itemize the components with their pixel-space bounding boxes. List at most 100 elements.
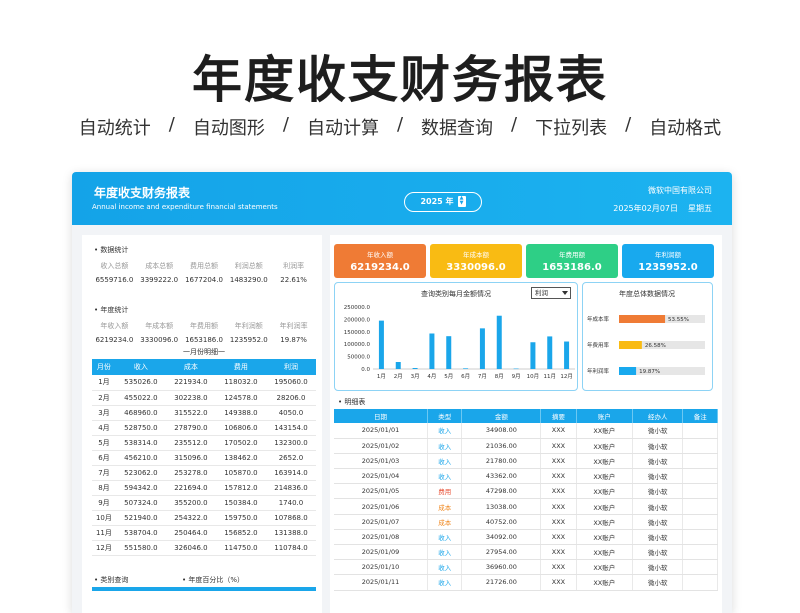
- table-row: 2025/01/02 收入 21036.00 XXX XX账户 微小软: [334, 438, 718, 454]
- monthly-cell: 10月: [92, 510, 116, 526]
- monthly-cell: 2652.0: [265, 450, 316, 466]
- feature-item: 自动计算: [306, 118, 379, 139]
- table-row: 12月 551580.0 326046.0 114750.0 110784.0: [92, 540, 316, 556]
- monthly-cell: 315522.0: [165, 405, 216, 421]
- detail-cell: 成本: [427, 498, 463, 515]
- weekday-text: 星期五: [688, 204, 712, 213]
- x-tick-label: 12月: [560, 373, 573, 380]
- monthly-cell: 138462.0: [215, 450, 266, 466]
- detail-cell: XX账户: [576, 529, 634, 546]
- monthly-cell: 278790.0: [165, 420, 216, 436]
- detail-cell: [682, 423, 718, 439]
- left-panel: 数据统计 收入总额 成本总额 费用总额 利润总额 利润率 6559716.0 339922…: [82, 235, 322, 613]
- stat-cell: 成本总额: [145, 262, 174, 270]
- detail-cell: XX账户: [576, 544, 634, 561]
- detail-table: 日期 类型 金额 摘要 账户 经办人 备注 2025/01/01 收入 34908.00 XXX X…: [334, 409, 718, 591]
- kpi-label: 年利润额: [655, 251, 681, 259]
- year-value: 2025 年: [420, 197, 454, 206]
- detail-cell: 36960.00: [461, 559, 542, 576]
- year-stats-title: 年度统计: [94, 305, 128, 315]
- monthly-cell: 315096.0: [165, 450, 216, 466]
- monthly-cell: 131388.0: [265, 525, 316, 541]
- monthly-cell: 456210.0: [115, 450, 166, 466]
- year-spinner-icon[interactable]: ▲ ▼: [457, 196, 466, 207]
- monthly-chart-box: 查询类别每月金额情况 利润 0.0 50000.0 100000.0 150000.0…: [334, 282, 578, 391]
- data-stats-title: 数据统计: [94, 245, 128, 255]
- monthly-cell: 326046.0: [165, 540, 216, 556]
- feature-item: 下拉列表: [535, 118, 608, 139]
- stat-cell: 6219234.0: [95, 336, 134, 344]
- detail-header-cell: 账户: [576, 409, 634, 423]
- monthly-cell: 1740.0: [265, 495, 316, 511]
- detail-cell: XXX: [540, 438, 577, 454]
- detail-cell: 43362.00: [461, 468, 542, 485]
- monthly-cell: 528750.0: [115, 420, 166, 436]
- detail-cell: 微小软: [632, 423, 684, 439]
- kpi-card: 年成本额 3330096.0: [430, 244, 522, 278]
- table-row: 10月 521940.0 254322.0 159750.0 107868.0: [92, 510, 316, 526]
- detail-cell: 收入: [427, 438, 463, 454]
- detail-cell: XX账户: [576, 423, 634, 439]
- detail-cell: XXX: [540, 514, 577, 530]
- kpi-value: 6219234.0: [350, 262, 410, 273]
- monthly-cell: 535026.0: [115, 375, 166, 391]
- monthly-cell: 523062.0: [115, 465, 166, 481]
- monthly-cell: 551580.0: [115, 540, 166, 556]
- monthly-cell: 253278.0: [165, 465, 216, 481]
- x-tick-label: 10月: [527, 373, 540, 380]
- table-row: 2025/01/06 成本 13038.00 XXX XX账户 微小软: [334, 498, 718, 515]
- x-tick-label: 9月: [512, 373, 521, 380]
- feature-separator: /: [511, 114, 518, 135]
- bar: [479, 328, 485, 369]
- stat-cell: 收入总额: [100, 262, 129, 270]
- table-row: 2025/01/05 费用 47298.00 XXX XX账户 微小软: [334, 483, 718, 500]
- x-tick-label: 11月: [544, 373, 557, 380]
- stat-cell: 年利润额: [234, 322, 263, 330]
- detail-cell: 13038.00: [461, 498, 542, 515]
- monthly-cell: 2月: [92, 390, 116, 406]
- kpi-card: 年收入额 6219234.0: [334, 244, 426, 278]
- monthly-cell: 157812.0: [215, 480, 266, 496]
- bar: [547, 336, 553, 369]
- stat-cell: 22.61%: [280, 276, 307, 284]
- kpi-label: 年收入额: [367, 251, 393, 259]
- x-tick-label: 1月: [377, 373, 386, 380]
- detail-cell: XXX: [540, 559, 577, 576]
- monthly-cell: 118032.0: [215, 375, 266, 391]
- y-tick-label: 100000.0: [344, 342, 371, 348]
- year-selector[interactable]: 2025 年 ▲ ▼: [404, 192, 482, 212]
- table-row: 11月 538704.0 250464.0 156852.0 131388.0: [92, 525, 316, 541]
- detail-cell: 21726.00: [461, 574, 542, 591]
- detail-cell: 收入: [427, 574, 463, 591]
- monthly-header-cell: 月份: [92, 359, 116, 375]
- monthly-cell: 150384.0: [215, 495, 266, 511]
- detail-cell: 2025/01/03: [334, 453, 428, 470]
- kpi-card: 年费用额 1653186.0: [526, 244, 618, 278]
- monthly-cell: 235512.0: [165, 435, 216, 451]
- monthly-cell: 594342.0: [115, 480, 166, 496]
- hbar-category-label: 年费用率: [587, 341, 610, 349]
- hbar: [619, 341, 642, 349]
- detail-cell: 微小软: [632, 468, 684, 485]
- detail-cell: 微小软: [632, 438, 684, 454]
- monthly-cell: 124578.0: [215, 390, 266, 406]
- stat-cell: 3399222.0: [140, 276, 179, 284]
- monthly-cell: 149388.0: [215, 405, 266, 421]
- monthly-cell: 250464.0: [165, 525, 216, 541]
- monthly-cell: 521940.0: [115, 510, 166, 526]
- monthly-cell: 302238.0: [165, 390, 216, 406]
- hbar: [619, 367, 637, 375]
- monthly-header-cell: 收入: [115, 359, 166, 375]
- table-row: 3月 468960.0 315522.0 149388.0 4050.0: [92, 405, 316, 421]
- x-tick-label: 2月: [394, 373, 403, 380]
- table-row: 5月 538314.0 235512.0 170502.0 132300.0: [92, 435, 316, 451]
- table-row: 2025/01/10 收入 36960.00 XXX XX账户 微小软: [334, 559, 718, 576]
- detail-cell: [682, 514, 718, 530]
- monthly-cell: 9月: [92, 495, 116, 511]
- monthly-table: 月份 收入 成本 费用 利润 1月 535026.0 221934.0 118032.0 195…: [92, 359, 316, 556]
- monthly-cell: 132300.0: [265, 435, 316, 451]
- stat-cell: 年收入额: [100, 322, 129, 330]
- company-name: 微软中国有限公司: [648, 186, 712, 195]
- data-stats-labels: 收入总额 成本总额 费用总额 利润总额 利润率: [92, 261, 316, 271]
- monthly-cell: 163914.0: [265, 465, 316, 481]
